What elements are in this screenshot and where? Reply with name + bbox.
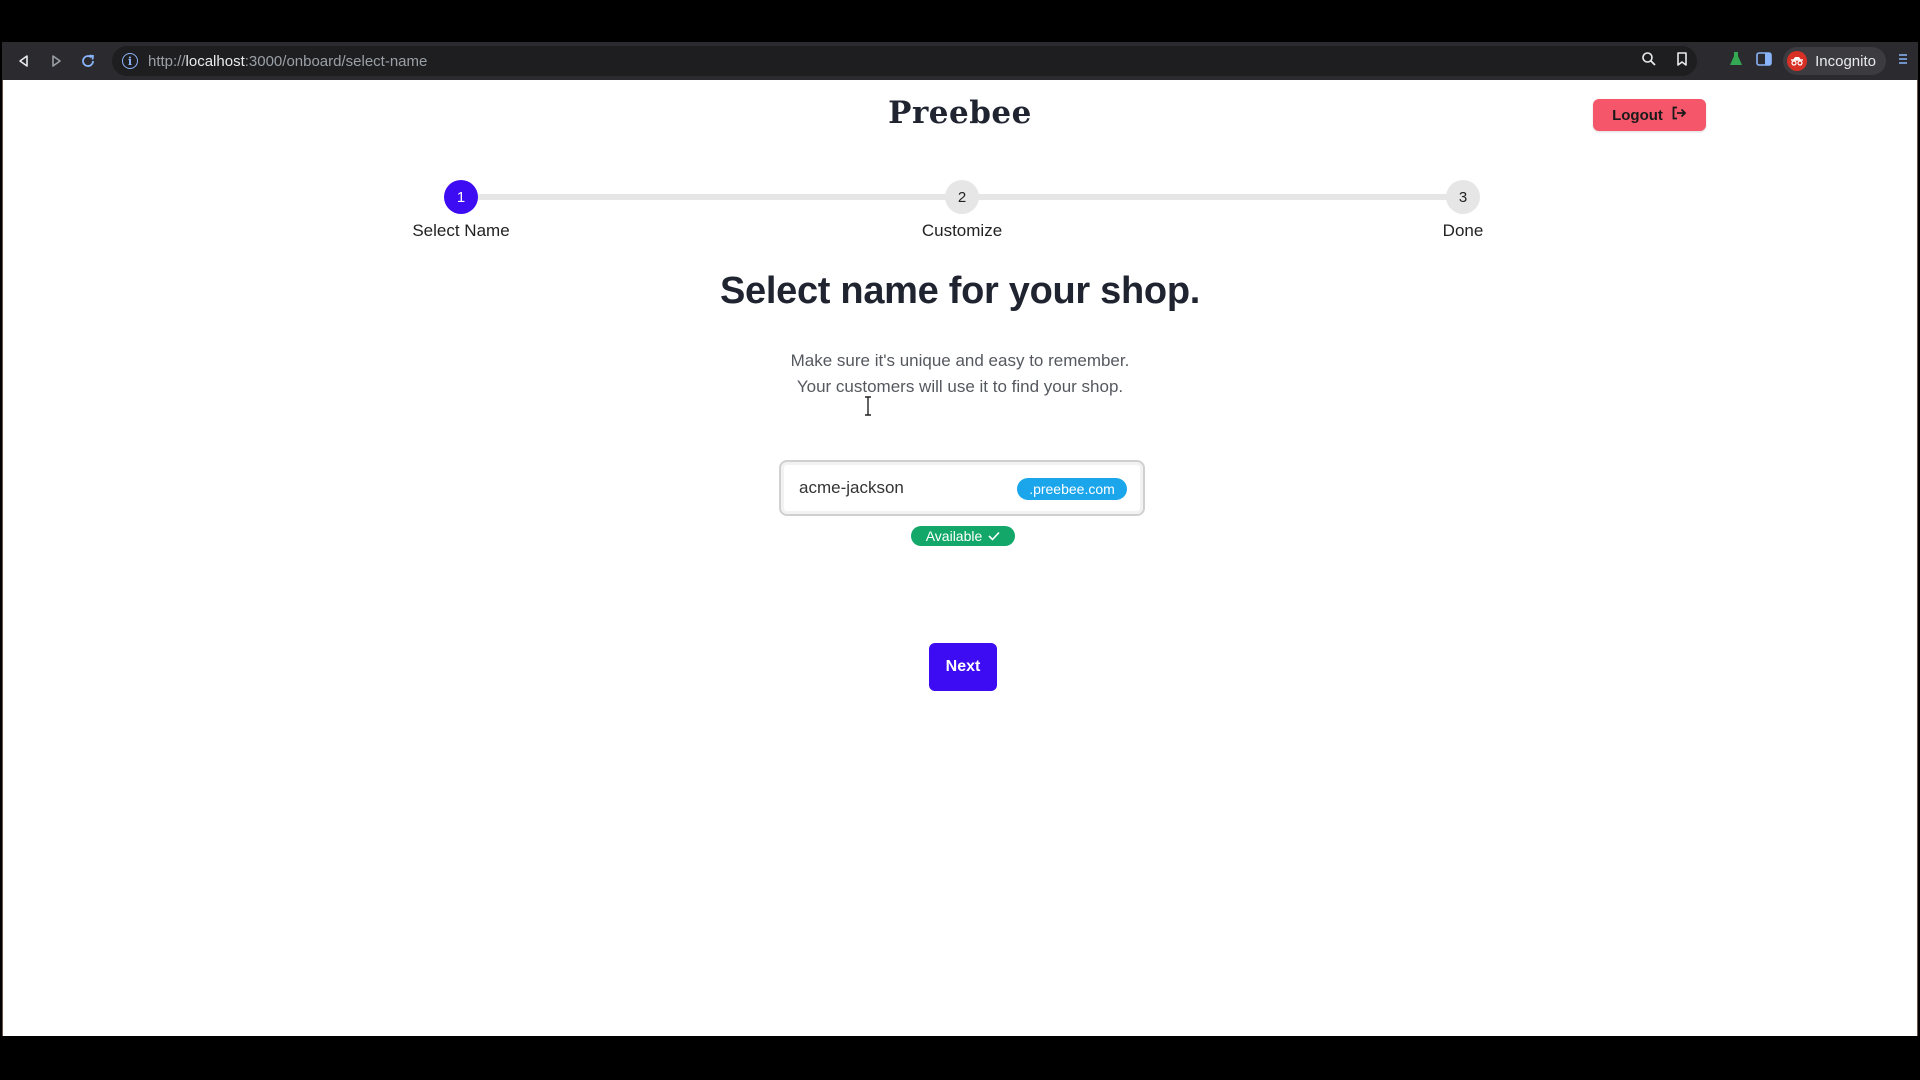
side-panel-icon[interactable]: [1755, 50, 1773, 73]
page-title: Select name for your shop.: [720, 270, 1200, 312]
incognito-chip[interactable]: Incognito: [1783, 47, 1886, 75]
screen-top-border: [0, 0, 1920, 42]
step-1-label: Select Name: [412, 221, 510, 240]
site-info-icon[interactable]: i: [122, 53, 138, 69]
url-text: http://localhost:3000/onboard/select-nam…: [148, 52, 428, 70]
browser-toolbar: i http://localhost:3000/onboard/select-n…: [2, 42, 1918, 80]
step-2-label: Customize: [921, 221, 1003, 240]
subtitle-line-1: Make sure it's unique and easy to rememb…: [790, 351, 1130, 370]
availability-badge: Available: [911, 526, 1015, 546]
shop-name-input[interactable]: [799, 475, 999, 501]
domain-suffix-badge: .preebee.com: [1017, 478, 1127, 500]
step-3-label: Done: [1442, 221, 1484, 240]
reload-icon[interactable]: [72, 45, 104, 77]
forward-icon[interactable]: [40, 45, 72, 77]
availability-label: Available: [925, 528, 983, 544]
menu-icon[interactable]: [1896, 51, 1910, 72]
page-subtitle: Make sure it's unique and easy to rememb…: [3, 348, 1917, 400]
logout-label: Logout: [1612, 106, 1663, 124]
incognito-icon: [1787, 51, 1808, 71]
step-3-indicator: 3: [1446, 180, 1480, 214]
incognito-label: Incognito: [1815, 52, 1876, 70]
zoom-icon[interactable]: [1641, 51, 1657, 72]
subtitle-line-2: Your customers will use it to find your …: [796, 377, 1124, 396]
check-icon: [988, 528, 1000, 544]
address-bar[interactable]: i http://localhost:3000/onboard/select-n…: [112, 46, 1697, 76]
back-icon[interactable]: [8, 45, 40, 77]
extension-icon[interactable]: [1727, 50, 1745, 73]
text-cursor-icon: [864, 396, 872, 416]
logout-icon: [1671, 106, 1687, 124]
shop-name-field[interactable]: .preebee.com: [779, 460, 1145, 516]
next-button[interactable]: Next: [929, 643, 997, 691]
screen-bottom-border: [0, 1036, 1920, 1080]
page-content: Preebee Logout 1 2 3 Select Name Customi…: [2, 80, 1918, 1036]
step-1-indicator: 1: [444, 180, 478, 214]
bookmark-icon[interactable]: [1675, 51, 1689, 72]
step-2-indicator: 2: [945, 180, 979, 214]
logout-button[interactable]: Logout: [1593, 99, 1706, 131]
